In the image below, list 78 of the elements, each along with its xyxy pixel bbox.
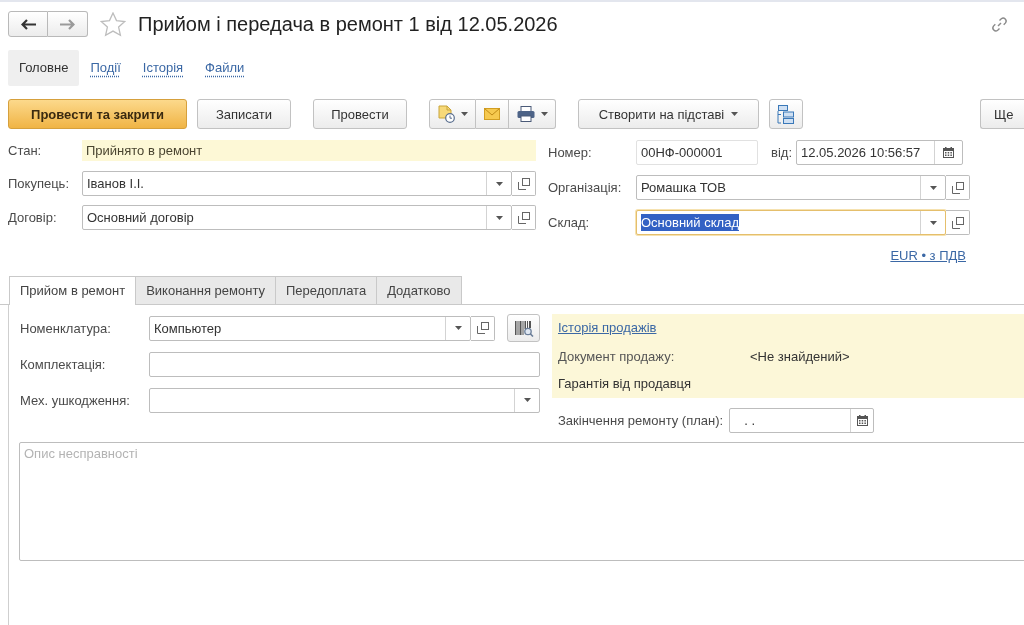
- caret-icon: [495, 181, 503, 186]
- caret-icon: [731, 112, 739, 116]
- select-field[interactable]: Компьютер: [149, 315, 471, 341]
- more-button[interactable]: Ще: [980, 99, 1024, 129]
- open-window-icon: [476, 322, 489, 334]
- barcode-search-icon: [513, 319, 534, 337]
- open-window-icon: [517, 211, 530, 224]
- section-tab[interactable]: Події: [79, 50, 132, 86]
- back-arrow-icon: [20, 18, 36, 30]
- hierarchy-icon: [777, 104, 795, 124]
- tab[interactable]: Виконання ремонту: [135, 276, 276, 304]
- select-field[interactable]: Іванов І.І.: [82, 171, 512, 196]
- currency-link[interactable]: EUR • з ПДВ: [890, 248, 966, 263]
- section-tab[interactable]: Файли: [194, 50, 256, 86]
- open-button[interactable]: [946, 175, 970, 200]
- post-and-close-button[interactable]: Провести та закрити: [8, 99, 187, 129]
- field-label: Стан:: [8, 143, 43, 158]
- toolbar-button[interactable]: Провести: [313, 99, 407, 129]
- field-label: Склад:: [548, 215, 591, 230]
- open-window-icon: [951, 216, 964, 229]
- number-field[interactable]: 00НФ-000001: [636, 140, 758, 165]
- open-button[interactable]: [471, 315, 495, 341]
- envelope-icon: [484, 108, 500, 120]
- field-label: Комплектація:: [20, 356, 107, 372]
- document-value: <Не знайдений>: [750, 348, 850, 364]
- select-field[interactable]: Ромашка ТОВ: [636, 175, 946, 200]
- field-label: Договір:: [8, 210, 58, 225]
- status-value: Прийнято в ремонт: [82, 140, 536, 161]
- select-field[interactable]: Основний склад: [636, 210, 946, 235]
- section-tab[interactable]: Історія: [131, 50, 195, 86]
- link-icon[interactable]: [991, 15, 1008, 33]
- text-field[interactable]: [149, 351, 540, 377]
- warranty-text: Гарантія від продавця: [558, 375, 692, 393]
- caret-icon: [454, 326, 462, 330]
- open-window-icon: [517, 177, 530, 190]
- field-label: Документ продажу:: [558, 348, 676, 364]
- caret-icon: [523, 398, 531, 402]
- email-button[interactable]: [476, 99, 509, 129]
- back-button[interactable]: [8, 11, 48, 37]
- date-field[interactable]: 12.05.2026 10:56:57: [796, 140, 963, 165]
- print-button[interactable]: [509, 99, 556, 129]
- calendar-icon: [856, 415, 868, 426]
- report-button[interactable]: [429, 99, 476, 129]
- field-label: Покупець:: [8, 176, 70, 191]
- description-field[interactable]: Опис несправності: [19, 442, 1024, 561]
- caret-icon: [460, 112, 468, 116]
- open-button[interactable]: [512, 171, 536, 196]
- toolbar-button[interactable]: Записати: [197, 99, 291, 129]
- field-label: від:: [771, 145, 792, 160]
- star-icon[interactable]: [100, 11, 126, 37]
- date-field[interactable]: . .: [729, 408, 875, 433]
- open-button[interactable]: [946, 210, 970, 235]
- field-label: Закінчення ремонту (план):: [558, 413, 724, 428]
- create-based-on-button[interactable]: Створити на підставі: [578, 99, 759, 129]
- calendar-icon: [943, 147, 954, 158]
- field-label: Номер:: [548, 145, 593, 160]
- open-button[interactable]: [512, 205, 536, 230]
- caret-icon: [929, 220, 937, 225]
- field-label: Мех. ушкодження:: [20, 392, 131, 408]
- field-label: Номенклатура:: [20, 320, 112, 336]
- barcode-search-button[interactable]: [507, 314, 540, 342]
- select-field[interactable]: [149, 387, 540, 413]
- printer-icon: [516, 106, 535, 122]
- open-window-icon: [951, 181, 964, 194]
- caret-icon: [495, 215, 503, 220]
- tab[interactable]: Прийом в ремонт: [9, 276, 137, 305]
- caret-icon: [929, 185, 937, 190]
- section-tab[interactable]: Головне: [8, 50, 80, 86]
- tab[interactable]: Передоплата: [275, 276, 378, 304]
- select-field[interactable]: Основний договір: [82, 205, 512, 230]
- document-clock-icon: [437, 105, 455, 123]
- sales-history-link[interactable]: Історія продажів: [558, 314, 657, 342]
- forward-arrow-icon: [60, 18, 75, 30]
- field-label: Організація:: [548, 180, 623, 195]
- window-title: Прийом і передача в ремонт 1 від 12.05.2026: [138, 12, 558, 36]
- caret-icon: [540, 112, 548, 116]
- tab[interactable]: Додатково: [376, 276, 462, 304]
- structure-button[interactable]: [769, 99, 803, 129]
